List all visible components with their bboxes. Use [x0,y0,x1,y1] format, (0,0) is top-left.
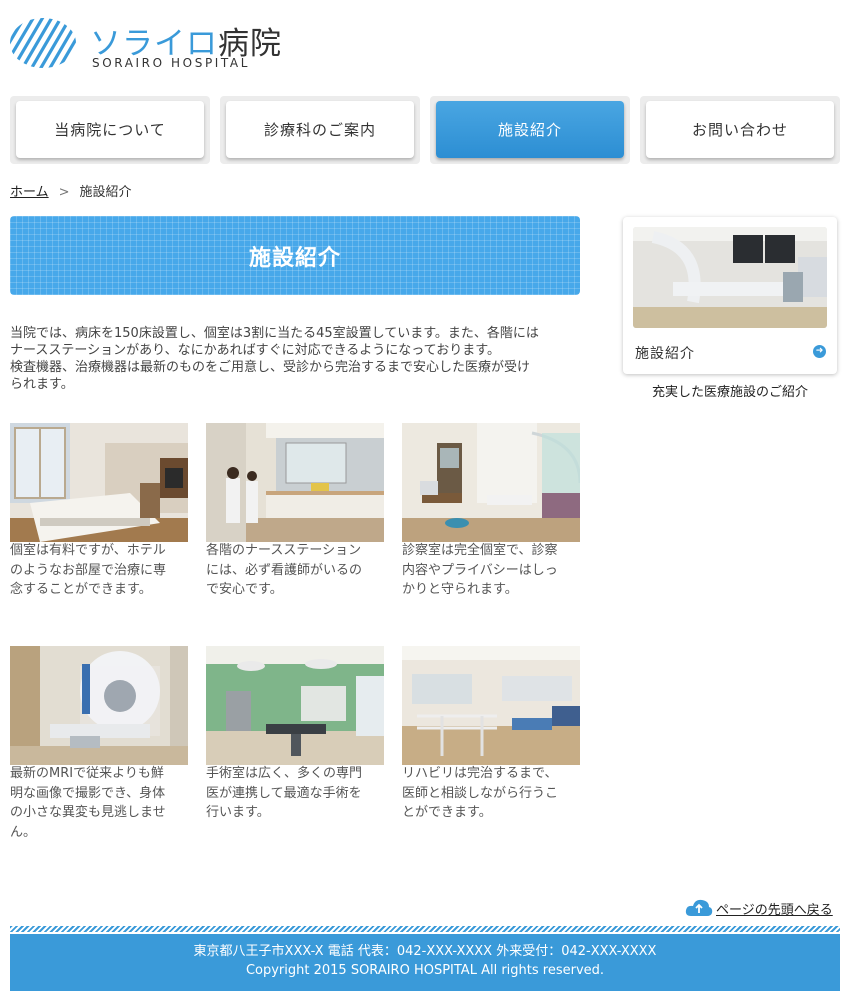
intro-line: ナースステーションがあり、なにかあればすぐに対応できるようになっております。 [10,343,500,358]
nav-item-about-wrap: 当病院について [10,96,210,164]
private-room-photo [10,423,188,542]
breadcrumb-current: 施設紹介 [79,185,132,200]
nav-item-departments[interactable]: 診療科のご案内 [226,101,414,158]
logo[interactable] [10,18,76,68]
caption-line: 医師と相談しながら行うこ [402,785,559,801]
footer: 東京都八王子市XXX-X 電話 代表：042-XXX-XXXX 外来受付：042… [10,934,840,991]
nav-item-departments-wrap: 診療科のご案内 [220,96,420,164]
nav-item-about[interactable]: 当病院について [16,101,204,158]
nurse-station-caption: 各階のナースステーション には、必ず看護師がいるの で安心です。 [206,541,384,600]
nav-item-facilities[interactable]: 施設紹介 [436,101,624,158]
intro-line: 当院では、病床を150床設置し、個室は3割に当たる45室設置しています。また、各… [10,326,539,341]
breadcrumb-separator: > [58,185,70,200]
pagetop-link[interactable]: ページの先頭へ戻る [685,898,833,918]
exam-room-photo [402,423,580,542]
caption-line: 念することができます。 [10,582,152,597]
caption-line: 診察室は完全個室で、診察 [402,543,558,558]
sidebar-facilities-photo [633,227,827,328]
caption-line: 各階のナースステーション [206,543,362,558]
page-title: 施設紹介 [248,245,341,271]
sidebar-facilities-card[interactable]: 施設紹介 ➜ [623,217,837,374]
caption-line: 明な画像で撮影でき、身体 [10,785,166,801]
operating-room-photo [206,646,384,765]
caption-line: かりと守られます。 [402,582,518,597]
intro-line: 検査機器、治療機器は最新のものをご用意し、受診から完治するまで安心した医療が受け [10,360,531,375]
intro-text: 当院では、病床を150床設置し、個室は3割に当たる45室設置しています。また、各… [10,325,585,393]
rehab-room-caption: リハビリは完治するまで、 医師と相談しながら行うこ とができます。 [402,764,580,823]
caption-line: ん。 [10,824,37,840]
mri-caption: 最新のMRIで従来よりも鮮 明な画像で撮影でき、身体 の小さな異変も見逃しませ … [10,764,188,842]
exam-room-caption: 診察室は完全個室で、診察 内容やプライバシーはしっ かりと守られます。 [402,541,580,600]
mri-photo [10,646,188,765]
caption-line: とができます。 [402,805,492,820]
operating-room-caption: 手術室は広く、多くの専門 医が連携して最適な手術を 行います。 [206,764,384,823]
nurse-station-photo [206,423,384,542]
private-room-caption: 個室は有料ですが、ホテル のようなお部屋で治療に専 念することができます。 [10,541,188,600]
arrow-right-icon: ➜ [813,345,826,358]
footer-copyright: Copyright 2015 SORAIRO HOSPITAL All righ… [245,963,605,978]
sidebar-card-caption: 充実した医療施設のご紹介 [651,385,808,400]
breadcrumb: ホーム > 施設紹介 [10,181,132,200]
caption-line: 内容やプライバシーはしっ [402,562,558,578]
rehab-room-photo [402,646,580,765]
page-title-banner: 施設紹介 [10,216,580,295]
caption-line: のようなお部屋で治療に専 [10,562,167,578]
caption-line: 行います。 [206,805,270,820]
nav-item-contact[interactable]: お問い合わせ [646,101,834,158]
footer-stripe [10,926,840,932]
caption-line: 最新のMRIで従来よりも鮮 [10,766,164,781]
pagetop-label[interactable]: ページの先頭へ戻る [716,899,833,918]
caption-line: で安心です。 [206,582,283,597]
sidebar-card-label: 施設紹介 [635,346,695,362]
caption-line: 個室は有料ですが、ホテル [10,543,166,558]
logo-mark-icon [10,18,76,68]
intro-line: られます。 [10,377,74,392]
caption-line: の小さな異変も見逃しませ [10,805,166,820]
caption-line: 医が連携して最適な手術を [206,785,362,801]
nav-item-contact-wrap: お問い合わせ [640,96,840,164]
logo-subtitle: SORAIRO HOSPITAL [92,56,251,70]
breadcrumb-home-link[interactable]: ホーム [10,185,49,200]
cloud-arrow-up-icon [685,899,713,916]
caption-line: 手術室は広く、多くの専門 [206,766,363,781]
caption-line: リハビリは完治するまで、 [402,766,558,781]
footer-address: 東京都八王子市XXX-X 電話 代表：042-XXX-XXXX 外来受付：042… [193,944,657,959]
nav-item-facilities-wrap: 施設紹介 [430,96,630,164]
caption-line: には、必ず看護師がいるの [206,562,363,578]
